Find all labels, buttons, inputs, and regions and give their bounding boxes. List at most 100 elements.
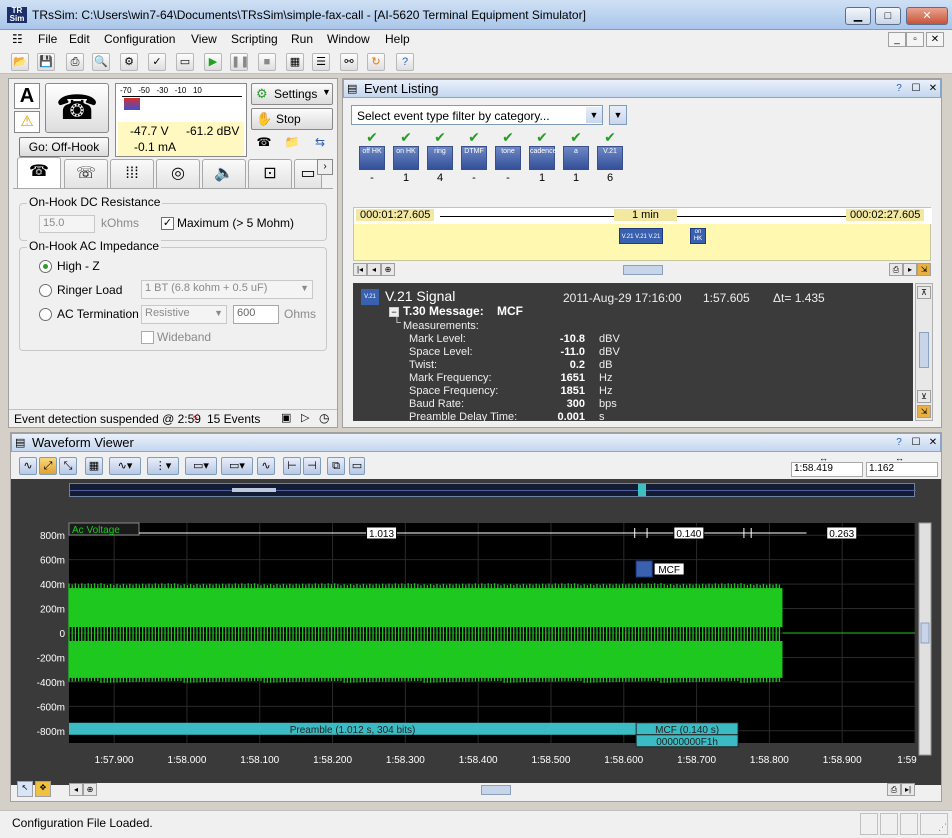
calculator-icon[interactable]: ▦ [286,53,304,71]
zoom-fit-icon[interactable]: ⊕ [83,783,97,796]
pan-tool-icon[interactable]: ✥ [35,781,51,797]
cursor-right-icon[interactable]: ⊣ [303,457,321,475]
first-icon[interactable]: |◂ [353,263,367,276]
onhook-event-marker[interactable]: on HK [690,228,706,244]
help-icon[interactable]: ? [892,82,906,96]
export-detail-icon[interactable]: ⇲ [917,405,931,418]
maximize-button[interactable]: □ [875,7,901,25]
v21-event-markers[interactable]: V.21 V.21 V.21 [619,228,663,244]
scope-icon[interactable]: ⚯ [340,53,358,71]
prev-icon[interactable]: ◂ [367,263,381,276]
filter-menu-button[interactable]: ▼ [609,105,627,125]
detail-scroll-thumb[interactable] [919,332,929,368]
go-offhook-button[interactable]: Go: Off-Hook [19,137,109,157]
filter-check-v21[interactable]: ✔ [597,129,623,146]
detail-scrollbar[interactable]: ⊼ ⊻ ⇲ [915,283,933,421]
timeline-scrollbar[interactable]: |◂ ◂ ⊕ ⎙ ▸ ⇲ [353,263,931,277]
checklist-icon[interactable]: ✓ [148,53,166,71]
measure-icon[interactable]: ▭▾ [185,457,217,475]
event-filter-select[interactable]: Select event type filter by category... … [351,105,603,125]
cadence-event-icon[interactable]: cadence [529,146,556,170]
filter-check-alpha[interactable]: ✔ [563,129,589,146]
menu-file[interactable]: File [38,32,57,46]
refresh-icon[interactable]: ↻ [367,53,385,71]
new-document-icon[interactable]: ▭ [176,53,194,71]
print-icon[interactable]: ⎙ [66,53,84,71]
print-wave-icon[interactable]: ⎙ [887,783,901,796]
print-preview-icon[interactable]: 🔍 [92,53,110,71]
tab-phone[interactable]: ☎ [17,157,61,189]
signal-type-icon[interactable]: ∿▾ [109,457,141,475]
ac-termination-radio[interactable] [39,308,52,321]
next-icon[interactable]: ▸ [903,263,917,276]
tab-scroll-right-button[interactable]: › [317,159,333,175]
tab-handset[interactable]: ☏ [64,159,108,189]
waveform-scroll-thumb[interactable] [481,785,511,795]
stop-button[interactable]: ✋ Stop [251,108,333,130]
filter-check-cadence[interactable]: ✔ [529,129,555,146]
menu-configuration[interactable]: Configuration [104,32,175,46]
save-icon[interactable]: 💾 [37,53,55,71]
zoom-x-icon[interactable]: ⤢ [39,457,57,475]
print-timeline-icon[interactable]: ⎙ [889,263,903,276]
close-button[interactable]: ✕ [906,7,948,25]
overview-viewport[interactable] [638,484,646,496]
mcf-event-icon[interactable] [635,560,653,578]
ring-event-icon[interactable]: ring [427,146,453,170]
filter-check-tone[interactable]: ✔ [495,129,521,146]
end-icon[interactable]: ▸| [901,783,915,796]
mdi-restore-button[interactable]: ▫ [906,32,924,47]
event-play-icon[interactable]: ▷ [301,411,309,424]
cursor-icon[interactable]: ⋮▾ [147,457,179,475]
export-icon[interactable]: ⇲ [917,263,931,276]
dtmf-event-icon[interactable]: DTMF [461,146,487,170]
autoscale-icon[interactable]: ∿ [257,457,275,475]
help-icon[interactable]: ? [892,436,906,450]
filter-check-dtmf[interactable]: ✔ [461,129,487,146]
marker-icon[interactable]: ▭▾ [221,457,253,475]
filter-check-offhook[interactable]: ✔ [359,129,385,146]
close-icon[interactable]: ✕ [926,436,940,450]
telephone-icon[interactable]: ☎ [45,83,109,133]
cursor-time-field[interactable]: 1:58.419 [791,462,863,477]
open-folder-icon[interactable]: 📂 [11,53,29,71]
prev-icon[interactable]: ◂ [69,783,83,796]
tone-event-icon[interactable]: tone [495,146,521,170]
clock-icon[interactable]: ◷ [319,411,329,425]
maximize-icon[interactable]: ☐ [909,436,923,450]
v21-event-icon[interactable]: V.21 [597,146,623,170]
ohms-input[interactable]: 600 [233,305,279,324]
ac-termination-select[interactable]: Resistive ▼ [141,305,227,324]
tab-pulse[interactable]: ⊡ [248,159,292,189]
settings-gear-icon[interactable]: ⚙ [120,53,138,71]
filter-check-ring[interactable]: ✔ [427,129,453,146]
dc-resistance-input[interactable]: 15.0 [39,215,95,233]
collapse-toggle[interactable]: − [389,307,399,317]
offhook-event-icon[interactable]: off HK [359,146,385,170]
maximum-checkbox[interactable]: ✓ [161,217,174,230]
alpha-event-icon[interactable]: a [563,146,589,170]
scroll-top-icon[interactable]: ⊼ [917,286,931,299]
maximize-icon[interactable]: ☐ [909,82,923,96]
filter-check-onhook[interactable]: ✔ [393,129,419,146]
mdi-close-button[interactable]: ✕ [926,32,944,47]
minimize-button[interactable]: ▁ [845,7,871,25]
menu-run[interactable]: Run [291,32,313,46]
waveform-select-icon[interactable]: ∿ [19,457,37,475]
menu-icon[interactable]: ☷ [12,32,23,46]
event-config-icon[interactable]: ▣ [281,411,291,424]
copy-icon[interactable]: ⧉ [327,457,345,475]
ringer-load-select[interactable]: 1 BT (6.8 kohm + 0.5 uF) ▼ [141,280,313,299]
menu-view[interactable]: View [191,32,217,46]
cursor-left-icon[interactable]: ⊢ [283,457,301,475]
transfer-icon[interactable]: ⇆ [311,135,329,153]
overview-strip[interactable] [69,483,916,497]
menu-help[interactable]: Help [385,32,410,46]
folder-export-icon[interactable]: 📁 [283,135,301,153]
paste-icon[interactable]: ▭ [349,457,365,475]
cursor-delta-field[interactable]: 1.162 [866,462,938,477]
tab-keypad[interactable]: ⁞⁞⁞ [110,159,154,189]
mdi-minimize-button[interactable]: _ [888,32,906,47]
timeline-scroll-thumb[interactable] [623,265,663,275]
settings-button[interactable]: ⚙ Settings ▼ [251,83,333,105]
